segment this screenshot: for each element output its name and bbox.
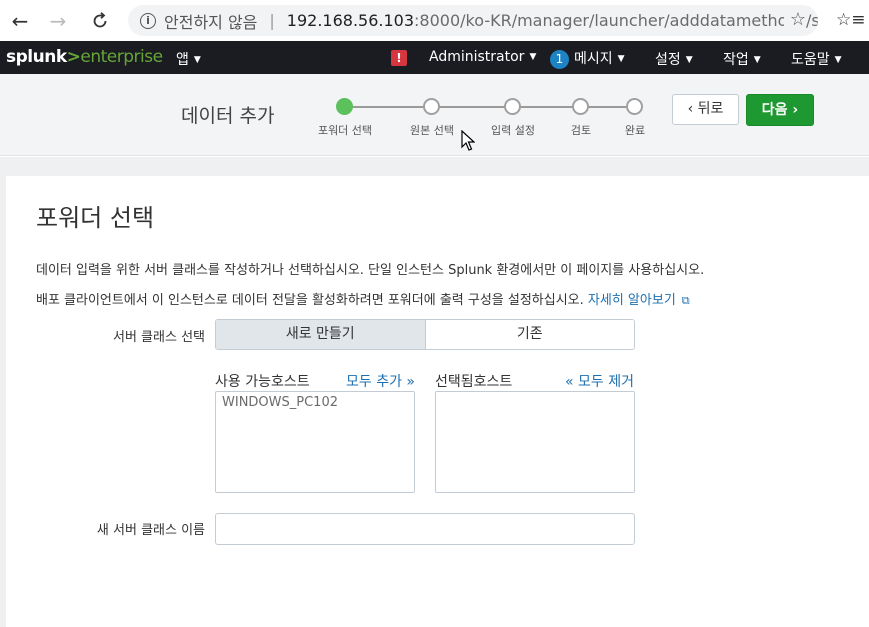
step-dot-4 xyxy=(572,98,589,115)
arrow-right-icon: → xyxy=(49,8,67,33)
chevron-left-icon: ‹ xyxy=(687,101,694,117)
help-menu-label: 도움말 xyxy=(791,52,830,68)
wizard-title: 데이터 추가 xyxy=(181,105,275,127)
url-host: 192.168.56.103 xyxy=(286,11,415,30)
logo-enterprise-text: enterprise xyxy=(80,47,163,67)
settings-menu-label: 설정 xyxy=(655,52,681,68)
caret-down-icon: ▼ xyxy=(529,52,537,62)
back-step-label: 뒤로 xyxy=(697,101,724,117)
alert-icon[interactable]: ! xyxy=(391,50,407,66)
messages-menu[interactable]: 1 메시지 ▼ xyxy=(550,48,625,69)
address-separator: | xyxy=(269,11,275,30)
remove-all-link[interactable]: « 모두 제거 xyxy=(565,371,634,391)
star-icon[interactable]: ☆ xyxy=(783,9,806,30)
activity-menu-label: 작업 xyxy=(723,52,749,68)
step-dot-1 xyxy=(336,98,353,115)
user-menu-label: Administrator xyxy=(429,49,525,65)
wizard-step-line xyxy=(345,106,633,108)
new-server-class-name-label: 새 서버 클래스 이름 xyxy=(96,523,205,538)
logo-gt-text: > xyxy=(66,47,81,67)
list-item[interactable]: WINDOWS_PC102 xyxy=(216,392,414,413)
step-label-2[interactable]: 원본 선택 xyxy=(410,122,454,138)
arrow-left-icon: ← xyxy=(11,8,29,33)
settings-menu[interactable]: 설정 ▼ xyxy=(655,49,693,69)
splunk-nav-bar: splunk>enterprise 앱 ▼ ! Administrator ▼ 1메… xyxy=(0,41,869,74)
step-label-3: 입력 설정 xyxy=(491,124,535,137)
step-label-1: 포워더 선택 xyxy=(317,124,373,137)
step-label-4: 검토 xyxy=(570,124,592,137)
step-dot-2[interactable] xyxy=(423,98,440,115)
messages-count-badge: 1 xyxy=(550,50,569,69)
info-icon[interactable]: i xyxy=(140,12,156,29)
apps-menu-label: 앱 xyxy=(176,52,189,68)
activity-menu[interactable]: 작업 ▼ xyxy=(723,49,761,69)
step-label-5: 완료 xyxy=(624,124,646,137)
logo-splunk-text: splunk xyxy=(6,47,67,67)
selected-hosts-list[interactable] xyxy=(435,391,635,493)
reading-list-icon[interactable]: ☆≡ xyxy=(836,10,865,30)
server-class-existing-option[interactable]: 기존 xyxy=(425,320,634,349)
selected-hosts-label: 선택됨호스트 xyxy=(435,374,513,390)
step-dot-3 xyxy=(504,98,521,115)
apps-menu[interactable]: 앱 ▼ xyxy=(176,49,201,69)
server-class-new-option[interactable]: 새로 만들기 xyxy=(216,320,426,349)
next-step-label: 다음 xyxy=(761,102,788,118)
browser-toolbar: ← → i 안전하지 않음 | 192.168.56.103:8000/ko-K… xyxy=(0,0,869,41)
new-server-class-name-input[interactable] xyxy=(215,513,635,545)
next-step-button[interactable]: 다음 › xyxy=(746,94,814,126)
security-status: 안전하지 않음 xyxy=(164,12,258,32)
description-line-1: 데이터 입력을 위한 서버 클래스를 작성하거나 선택하십시오. 단일 인스턴스… xyxy=(36,263,705,278)
splunk-logo[interactable]: splunk>enterprise xyxy=(6,47,163,67)
caret-down-icon: ▼ xyxy=(753,55,761,65)
description-line-2: 배포 클라이언트에서 이 인스턴스로 데이터 전달을 활성화하려면 포워더에 출… xyxy=(36,289,690,308)
reload-button[interactable] xyxy=(80,0,120,41)
address-bar[interactable]: i 안전하지 않음 | 192.168.56.103:8000/ko-KR/ma… xyxy=(128,5,818,36)
available-hosts-label: 사용 가능호스트 xyxy=(215,374,310,390)
content-background: 포워더 선택 데이터 입력을 위한 서버 클래스를 작성하거나 선택하십시오. … xyxy=(0,157,869,627)
mouse-cursor-icon xyxy=(461,130,475,151)
caret-down-icon: ▼ xyxy=(685,55,693,65)
chevron-right-icon: › xyxy=(792,102,799,118)
step-dot-5 xyxy=(626,98,643,115)
user-menu[interactable]: Administrator ▼ xyxy=(429,49,536,65)
caret-down-icon: ▼ xyxy=(193,55,201,65)
reload-icon xyxy=(93,11,107,27)
description-line-2-text: 배포 클라이언트에서 이 인스턴스로 데이터 전달을 활성화하려면 포워더에 출… xyxy=(36,293,584,308)
available-hosts-list[interactable]: WINDOWS_PC102 xyxy=(215,391,415,493)
wizard-header: 데이터 추가 포워더 선택 원본 선택 입력 설정 검토 완료 ‹ 뒤로 다음 … xyxy=(0,74,869,156)
messages-menu-label: 메시지 xyxy=(574,51,613,67)
back-step-button[interactable]: ‹ 뒤로 xyxy=(672,94,739,125)
back-button[interactable]: ← xyxy=(0,0,40,41)
caret-down-icon: ▼ xyxy=(617,54,625,64)
forward-button[interactable]: → xyxy=(38,0,78,41)
server-class-toggle: 새로 만들기 기존 xyxy=(215,319,635,350)
caret-down-icon: ▼ xyxy=(834,55,842,65)
server-class-label: 서버 클래스 선택 xyxy=(113,330,205,345)
help-menu[interactable]: 도움말 ▼ xyxy=(791,49,842,69)
add-all-link[interactable]: 모두 추가 » xyxy=(346,371,415,391)
main-panel: 포워더 선택 데이터 입력을 위한 서버 클래스를 작성하거나 선택하십시오. … xyxy=(6,176,869,627)
page-title: 포워더 선택 xyxy=(36,204,155,232)
external-link-icon: ⧉ xyxy=(681,294,690,307)
url-path: :8000/ko-KR/manager/launcher/adddatameth… xyxy=(414,11,818,30)
learn-more-link[interactable]: 자세히 알아보기 xyxy=(588,293,676,308)
